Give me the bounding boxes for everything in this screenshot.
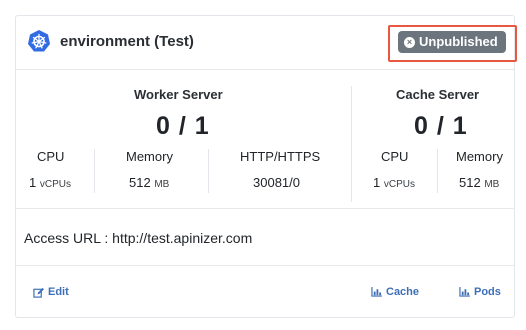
edit-icon [33,287,44,298]
worker-divider-1 [94,149,95,193]
close-circle-icon: × [404,36,415,48]
bar-chart-icon [459,287,470,297]
access-url: Access URL : http://test.apinizer.com [24,230,253,246]
worker-cpu-value: 1 vCPUs [29,175,71,190]
cache-cpu-label: CPU [381,149,409,164]
kubernetes-icon [28,30,50,52]
metrics-divider [16,208,514,209]
server-divider [351,86,352,202]
pods-label: Pods [474,286,501,298]
edit-label: Edit [48,286,69,298]
worker-http-value: 30081/0 [253,175,300,190]
cache-link[interactable]: Cache [371,286,419,298]
pods-link[interactable]: Pods [459,286,501,298]
cache-memory-value: 512 MB [459,175,500,190]
worker-server-ratio: 0 / 1 [156,112,210,140]
card-title: environment (Test) [60,33,194,50]
cache-memory-label: Memory [456,149,503,164]
environment-card: environment (Test) × Unpublished Worker … [15,15,517,318]
worker-http-label: HTTP/HTTPS [240,149,321,164]
card-header: environment (Test) × Unpublished [16,16,517,68]
bar-chart-icon [371,287,382,297]
worker-memory-value: 512 MB [129,175,170,190]
status-badge[interactable]: × Unpublished [398,31,506,53]
cache-label: Cache [386,286,420,298]
edit-link[interactable]: Edit [33,286,69,298]
worker-divider-2 [208,149,209,193]
cache-server-title: Cache Server [396,87,480,102]
cache-divider-1 [437,149,438,193]
status-badge-label: Unpublished [419,34,498,49]
footer-divider [16,265,514,266]
worker-memory-label: Memory [126,149,173,164]
worker-cpu-label: CPU [37,149,65,164]
header-divider [16,69,514,70]
cache-server-ratio: 0 / 1 [414,112,468,140]
worker-server-title: Worker Server [134,87,223,102]
cache-cpu-value: 1 vCPUs [373,175,415,190]
